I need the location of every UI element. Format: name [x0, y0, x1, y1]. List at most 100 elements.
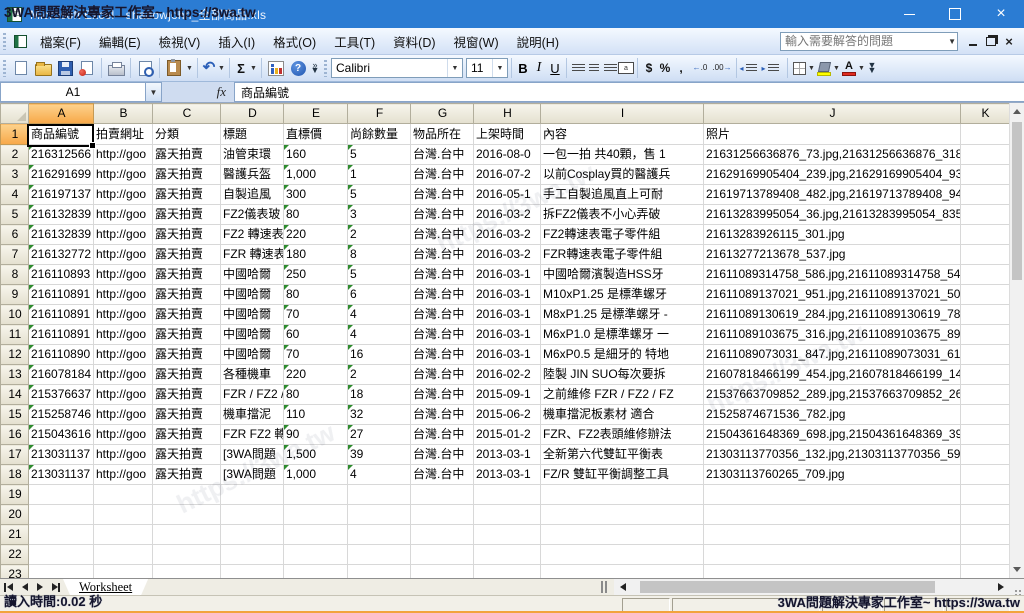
cell-C21[interactable] [153, 525, 221, 545]
column-header-H[interactable]: H [474, 104, 541, 124]
column-header-F[interactable]: F [348, 104, 411, 124]
cell-H11[interactable]: 2016-03-1 [474, 325, 541, 345]
cell-C18[interactable]: 露天拍賣 [153, 465, 221, 485]
cell-C6[interactable]: 露天拍賣 [153, 225, 221, 245]
cell-F22[interactable] [348, 545, 411, 565]
insert-function-button[interactable]: fx [162, 82, 234, 102]
workbook-close-button[interactable]: × [1000, 33, 1018, 49]
cell-G23[interactable] [411, 565, 474, 579]
previous-sheet-button[interactable] [17, 580, 32, 595]
menu-file[interactable]: 檔案(F) [31, 28, 90, 55]
row-header-2[interactable]: 2 [1, 145, 29, 165]
cell-J4[interactable]: 21619713789408_482.jpg,21619713789408_94… [704, 185, 961, 205]
cell-A22[interactable] [29, 545, 94, 565]
row-header-10[interactable]: 10 [1, 305, 29, 325]
cell-F11[interactable]: 4 [348, 325, 411, 345]
cell-E15[interactable]: 110 [284, 405, 348, 425]
cell-J5[interactable]: 21613283995054_36.jpg,21613283995054_835… [704, 205, 961, 225]
cell-F8[interactable]: 5 [348, 265, 411, 285]
autosum-button[interactable]: Σ [233, 57, 249, 79]
cell-C13[interactable]: 露天拍賣 [153, 365, 221, 385]
formula-input[interactable]: 商品編號 [234, 82, 1024, 102]
cell-D9[interactable]: 中國哈爾 [221, 285, 284, 305]
row-header-17[interactable]: 17 [1, 445, 29, 465]
cell-G9[interactable]: 台灣.台中 [411, 285, 474, 305]
cell-C3[interactable]: 露天拍賣 [153, 165, 221, 185]
cell-J10[interactable]: 21611089130619_284.jpg,21611089130619_78… [704, 305, 961, 325]
chart-wizard-button[interactable] [265, 57, 287, 79]
cell-A8[interactable]: 216110893 [29, 265, 94, 285]
menu-help[interactable]: 說明(H) [508, 28, 568, 55]
cell-C2[interactable]: 露天拍賣 [153, 145, 221, 165]
column-header-G[interactable]: G [411, 104, 474, 124]
cell-C1[interactable]: 分類 [153, 124, 221, 145]
cell-F5[interactable]: 3 [348, 205, 411, 225]
cell-G3[interactable]: 台灣.台中 [411, 165, 474, 185]
cell-K15[interactable] [961, 405, 1010, 425]
cell-I1[interactable]: 內容 [541, 124, 704, 145]
cell-D17[interactable]: [3WA問題 [221, 445, 284, 465]
column-header-D[interactable]: D [221, 104, 284, 124]
help-button[interactable]: ? [287, 57, 309, 79]
align-right-button[interactable] [602, 57, 618, 79]
scroll-up-button[interactable] [1010, 103, 1024, 120]
cell-I6[interactable]: FZ2轉速表電子零件組 [541, 225, 704, 245]
row-header-16[interactable]: 16 [1, 425, 29, 445]
last-sheet-button[interactable] [47, 580, 62, 595]
cell-I22[interactable] [541, 545, 704, 565]
cell-G17[interactable]: 台灣.台中 [411, 445, 474, 465]
cell-F23[interactable] [348, 565, 411, 579]
cell-K17[interactable] [961, 445, 1010, 465]
cell-F21[interactable] [348, 525, 411, 545]
cell-B3[interactable]: http://goo [94, 165, 153, 185]
cell-F20[interactable] [348, 505, 411, 525]
cell-I5[interactable]: 拆FZ2儀表不小心弄破 [541, 205, 704, 225]
cell-J11[interactable]: 21611089103675_316.jpg,21611089103675_89… [704, 325, 961, 345]
increase-indent-button[interactable]: ▸ [762, 57, 784, 79]
cell-B13[interactable]: http://goo [94, 365, 153, 385]
cell-C10[interactable]: 露天拍賣 [153, 305, 221, 325]
cell-K2[interactable] [961, 145, 1010, 165]
cell-K5[interactable] [961, 205, 1010, 225]
cell-G15[interactable]: 台灣.台中 [411, 405, 474, 425]
cell-J18[interactable]: 21303113760265_709.jpg [704, 465, 961, 485]
cell-C12[interactable]: 露天拍賣 [153, 345, 221, 365]
cell-F14[interactable]: 18 [348, 385, 411, 405]
cell-F2[interactable]: 5 [348, 145, 411, 165]
row-header-12[interactable]: 12 [1, 345, 29, 365]
cell-F17[interactable]: 39 [348, 445, 411, 465]
cell-G16[interactable]: 台灣.台中 [411, 425, 474, 445]
cell-K4[interactable] [961, 185, 1010, 205]
cell-F18[interactable]: 4 [348, 465, 411, 485]
cell-D16[interactable]: FZR FZ2 轉 [221, 425, 284, 445]
column-header-E[interactable]: E [284, 104, 348, 124]
cell-J12[interactable]: 21611089073031_847.jpg,21611089073031_61… [704, 345, 961, 365]
cell-D8[interactable]: 中國哈爾 [221, 265, 284, 285]
cell-F4[interactable]: 5 [348, 185, 411, 205]
toolbar-grip[interactable] [3, 33, 6, 50]
cell-E14[interactable]: 80 [284, 385, 348, 405]
bold-button[interactable]: B [515, 57, 531, 79]
cell-H14[interactable]: 2015-09-1 [474, 385, 541, 405]
horizontal-scrollbar[interactable] [614, 579, 1009, 595]
cell-I4[interactable]: 手工自製追風直上可耐 [541, 185, 704, 205]
cell-E1[interactable]: 直標價 [284, 124, 348, 145]
cell-K21[interactable] [961, 525, 1010, 545]
cell-I2[interactable]: 一包一拍 共40顆，售 1 [541, 145, 704, 165]
cell-K19[interactable] [961, 485, 1010, 505]
menu-edit[interactable]: 編輯(E) [90, 28, 150, 55]
row-header-15[interactable]: 15 [1, 405, 29, 425]
row-header-22[interactable]: 22 [1, 545, 29, 565]
underline-button[interactable]: U [547, 57, 563, 79]
cell-H2[interactable]: 2016-08-0 [474, 145, 541, 165]
cell-H7[interactable]: 2016-03-2 [474, 245, 541, 265]
cell-H4[interactable]: 2016-05-1 [474, 185, 541, 205]
help-question-input[interactable] [780, 32, 958, 51]
save-button[interactable] [54, 57, 76, 79]
cell-K16[interactable] [961, 425, 1010, 445]
cell-D10[interactable]: 中國哈爾 [221, 305, 284, 325]
cell-I10[interactable]: M8xP1.25 是標準螺牙 - [541, 305, 704, 325]
cell-I3[interactable]: 以前Cosplay買的醫護兵 [541, 165, 704, 185]
scroll-down-button[interactable] [1010, 561, 1024, 578]
cell-D14[interactable]: FZR / FZ2 / [221, 385, 284, 405]
